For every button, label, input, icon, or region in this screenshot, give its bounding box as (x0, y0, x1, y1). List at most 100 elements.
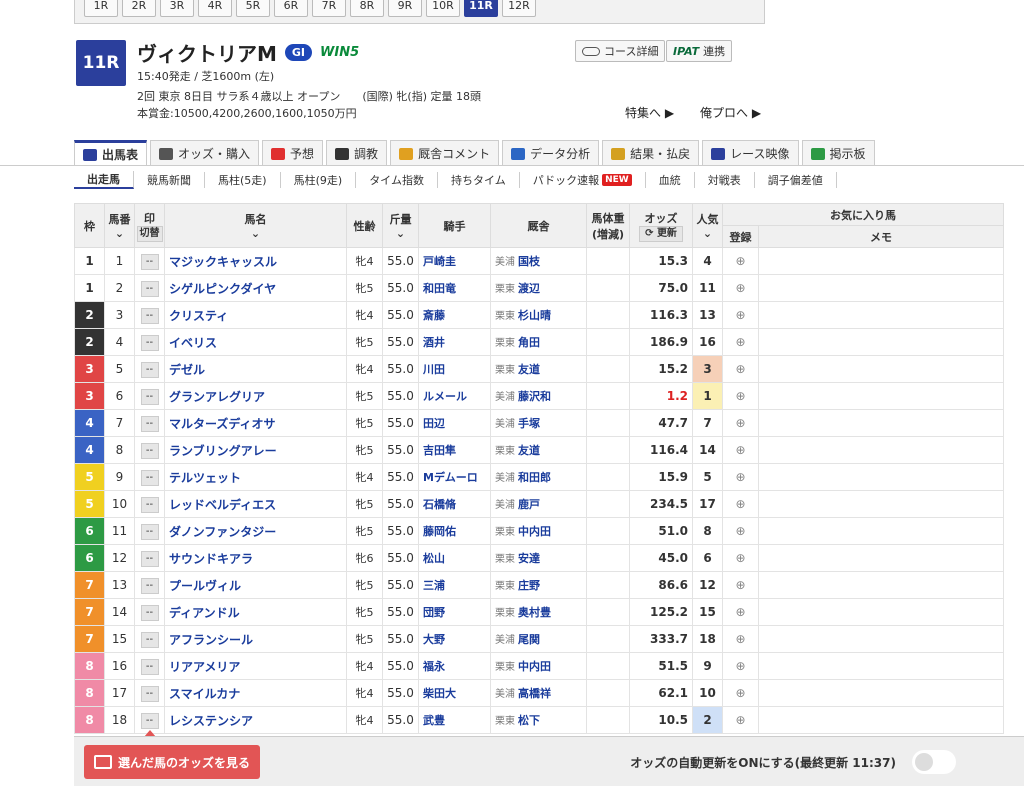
mark-cell[interactable]: -- (134, 463, 165, 491)
mark-select[interactable]: -- (140, 604, 159, 621)
trainer-link[interactable]: 中内田 (518, 525, 551, 538)
memo-cell[interactable] (758, 355, 1004, 383)
trainer-link[interactable]: 角田 (518, 336, 540, 349)
memo-cell[interactable] (758, 598, 1004, 626)
memo-cell[interactable] (758, 274, 1004, 302)
jockey-link[interactable]: 三浦 (423, 579, 445, 592)
odds-update-button[interactable]: ⟳ 更新 (639, 225, 683, 242)
horse-name-link[interactable]: リアアメリア (169, 660, 240, 674)
jockey-cell[interactable]: 松山 (418, 544, 491, 572)
ore-pro-link[interactable]: 俺プロへ ▶ (700, 104, 761, 121)
stable-cell[interactable]: 栗東 友道 (490, 436, 587, 464)
race-nav-1r[interactable]: 1R (84, 0, 118, 17)
race-nav-11r[interactable]: 11R (464, 0, 498, 17)
race-nav-7r[interactable]: 7R (312, 0, 346, 17)
jockey-link[interactable]: 柴田大 (423, 687, 456, 700)
mark-select[interactable]: -- (140, 523, 159, 540)
jockey-link[interactable]: 松山 (423, 552, 445, 565)
jockey-link[interactable]: 団野 (423, 606, 445, 619)
stable-cell[interactable]: 美浦 高橋祥 (490, 679, 587, 707)
jockey-link[interactable]: 斎藤 (423, 309, 445, 322)
stable-cell[interactable]: 美浦 鹿戸 (490, 490, 587, 518)
horse-name-cell[interactable]: テルツェット (164, 463, 347, 491)
horse-name-link[interactable]: レシステンシア (169, 714, 253, 728)
jockey-cell[interactable]: 酒井 (418, 328, 491, 356)
memo-cell[interactable] (758, 463, 1004, 491)
col-kinryo[interactable]: 斤量 ⌄ (382, 203, 419, 248)
favorite-register-icon[interactable]: ⊕ (722, 355, 759, 383)
favorite-register-icon[interactable]: ⊕ (722, 625, 759, 653)
stable-cell[interactable]: 栗東 渡辺 (490, 274, 587, 302)
mark-select[interactable]: -- (140, 685, 159, 702)
mark-select[interactable]: -- (140, 280, 159, 297)
tab-odds-buy[interactable]: オッズ・購入 (150, 140, 260, 166)
jockey-link[interactable]: 田辺 (423, 417, 445, 430)
tab-prediction[interactable]: 予想 (262, 140, 324, 166)
favorite-register-icon[interactable]: ⊕ (722, 382, 759, 410)
race-nav-2r[interactable]: 2R (122, 0, 156, 17)
race-nav-9r[interactable]: 9R (388, 0, 422, 17)
jockey-cell[interactable]: 戸崎圭 (418, 247, 491, 275)
tab-race-video[interactable]: レース映像 (702, 140, 799, 166)
subnav-item[interactable]: 出走馬 (74, 171, 134, 189)
stable-cell[interactable]: 美浦 手塚 (490, 409, 587, 437)
mark-cell[interactable]: -- (134, 328, 165, 356)
horse-name-link[interactable]: アフランシール (169, 633, 253, 647)
horse-name-link[interactable]: シゲルピンクダイヤ (169, 282, 276, 296)
jockey-cell[interactable]: 川田 (418, 355, 491, 383)
stable-cell[interactable]: 美浦 国枝 (490, 247, 587, 275)
tab-stable-comment[interactable]: 厩舎コメント (390, 140, 500, 166)
subnav-item[interactable]: 対戦表 (695, 172, 755, 188)
trainer-link[interactable]: 国枝 (518, 255, 540, 268)
horse-name-cell[interactable]: イベリス (164, 328, 347, 356)
trainer-link[interactable]: 友道 (518, 444, 540, 457)
race-nav-5r[interactable]: 5R (236, 0, 270, 17)
mark-select[interactable]: -- (140, 253, 159, 270)
jockey-link[interactable]: 川田 (423, 363, 445, 376)
horse-name-link[interactable]: グランアレグリア (169, 390, 265, 404)
mark-cell[interactable]: -- (134, 679, 165, 707)
jockey-link[interactable]: 吉田隼 (423, 444, 456, 457)
horse-name-link[interactable]: ランブリングアレー (169, 444, 277, 458)
mark-cell[interactable]: -- (134, 301, 165, 329)
stable-cell[interactable]: 栗東 松下 (490, 706, 587, 734)
trainer-link[interactable]: 友道 (518, 363, 540, 376)
favorite-register-icon[interactable]: ⊕ (722, 301, 759, 329)
horse-name-link[interactable]: レッドベルディエス (169, 498, 276, 512)
memo-cell[interactable] (758, 625, 1004, 653)
tab-data-analysis[interactable]: データ分析 (502, 140, 600, 166)
favorite-register-icon[interactable]: ⊕ (722, 274, 759, 302)
mark-cell[interactable]: -- (134, 544, 165, 572)
subnav-item[interactable]: 馬柱(9走) (281, 172, 357, 188)
jockey-cell[interactable]: 福永 (418, 652, 491, 680)
trainer-link[interactable]: 庄野 (518, 579, 540, 592)
mark-select[interactable]: -- (140, 469, 159, 486)
auto-update-toggle[interactable] (912, 750, 956, 774)
favorite-register-icon[interactable]: ⊕ (722, 247, 759, 275)
favorite-register-icon[interactable]: ⊕ (722, 436, 759, 464)
jockey-cell[interactable]: 田辺 (418, 409, 491, 437)
mark-select[interactable]: -- (140, 415, 159, 432)
subnav-item[interactable]: 馬柱(5走) (205, 172, 281, 188)
mark-cell[interactable]: -- (134, 355, 165, 383)
col-horse-name[interactable]: 馬名 ⌄ (164, 203, 347, 248)
jockey-cell[interactable]: 武豊 (418, 706, 491, 734)
stable-cell[interactable]: 栗東 友道 (490, 355, 587, 383)
favorite-register-icon[interactable]: ⊕ (722, 409, 759, 437)
trainer-link[interactable]: 手塚 (518, 417, 540, 430)
jockey-link[interactable]: 戸崎圭 (423, 255, 456, 268)
horse-name-cell[interactable]: スマイルカナ (164, 679, 347, 707)
horse-name-cell[interactable]: プールヴィル (164, 571, 347, 599)
horse-name-cell[interactable]: ディアンドル (164, 598, 347, 626)
favorite-register-icon[interactable]: ⊕ (722, 463, 759, 491)
horse-name-link[interactable]: ディアンドル (169, 606, 240, 620)
jockey-link[interactable]: Mデムーロ (423, 471, 478, 484)
mark-select[interactable]: -- (140, 577, 159, 594)
mark-select[interactable]: -- (140, 712, 159, 729)
memo-cell[interactable] (758, 517, 1004, 545)
mark-cell[interactable]: -- (134, 382, 165, 410)
jockey-cell[interactable]: 斎藤 (418, 301, 491, 329)
horse-name-link[interactable]: マジックキャッスル (169, 255, 277, 269)
favorite-register-icon[interactable]: ⊕ (722, 571, 759, 599)
trainer-link[interactable]: 安達 (518, 552, 540, 565)
